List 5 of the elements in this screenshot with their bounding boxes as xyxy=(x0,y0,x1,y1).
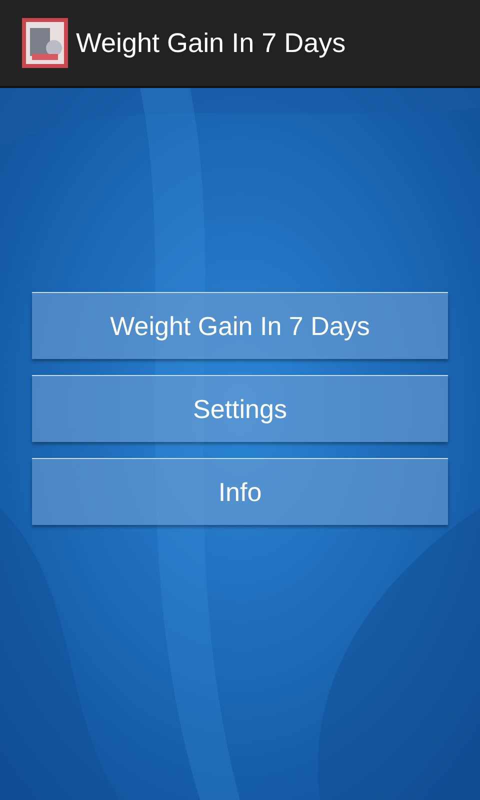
app-icon[interactable] xyxy=(22,18,68,68)
menu-button[interactable]: Weight Gain In 7 Days xyxy=(32,292,448,359)
menu-button[interactable]: Info xyxy=(32,458,448,525)
app-title: Weight Gain In 7 Days xyxy=(76,26,346,60)
menu-button[interactable]: Settings xyxy=(32,375,448,442)
